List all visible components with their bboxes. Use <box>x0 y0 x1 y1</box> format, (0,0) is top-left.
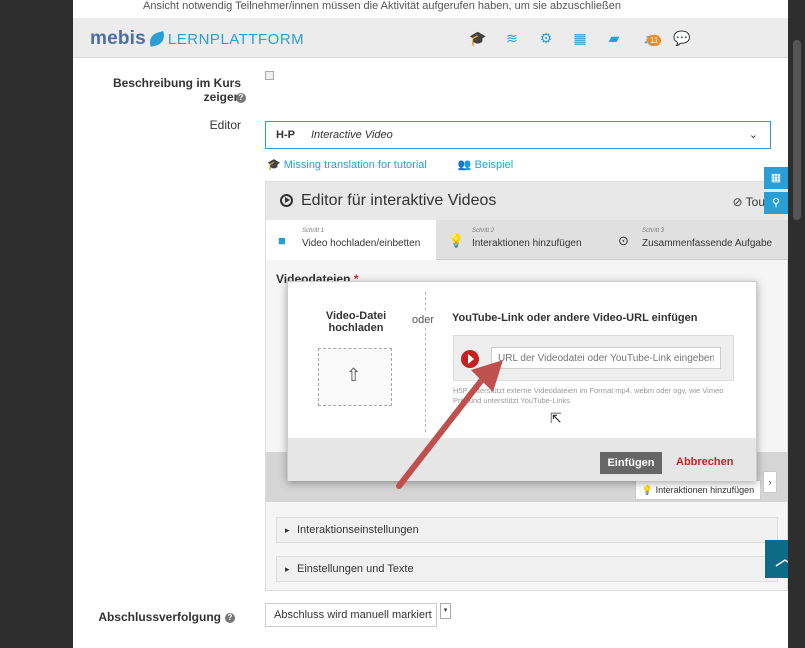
help-icon[interactable]: ? <box>225 613 235 623</box>
annotation-arrow <box>396 360 503 489</box>
completion-select[interactable]: Abschluss wird manuell markiert <box>265 603 437 627</box>
mouse-cursor-icon: ⇱ <box>550 410 562 426</box>
select-arrow-icon[interactable]: ▾ <box>440 603 451 619</box>
left-dark-margin <box>0 0 73 648</box>
browser-scrollbar[interactable] <box>788 0 805 648</box>
blocks-icon[interactable]: ▦ <box>764 167 788 189</box>
completion-label: Abschlussverfolgung <box>98 610 221 624</box>
scrollbar-thumb[interactable] <box>793 40 801 220</box>
search-icon[interactable]: ⚲ <box>764 192 788 214</box>
scroll-top-button[interactable]: ︿ <box>765 540 788 578</box>
page: Ansicht notwendig Teilnehmer/innen müsse… <box>73 0 788 648</box>
